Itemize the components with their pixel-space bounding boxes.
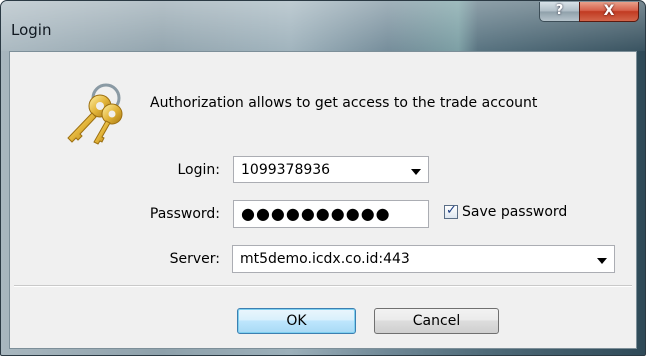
save-password-checkbox[interactable]: ✓	[444, 203, 458, 219]
authorization-message: Authorization allows to get access to th…	[150, 95, 538, 111]
ok-button[interactable]: OK	[237, 308, 356, 334]
window-title: Login	[11, 21, 52, 39]
help-button[interactable]: ?	[539, 2, 580, 22]
separator	[14, 285, 632, 287]
close-icon: X	[603, 3, 615, 19]
login-dialog-window: Login ? X Authorization allows to get ac…	[0, 0, 646, 356]
password-label: Password:	[149, 206, 220, 222]
password-value: ●●●●●●●●●●	[241, 204, 391, 223]
password-field[interactable]: ●●●●●●●●●●	[233, 200, 429, 228]
server-combobox[interactable]: mt5demo.icdx.co.id:443	[232, 245, 615, 273]
login-combobox[interactable]: 1099378936	[233, 156, 429, 183]
dialog-client-area: Authorization allows to get access to th…	[9, 51, 637, 349]
chevron-down-icon[interactable]	[597, 258, 607, 264]
server-value: mt5demo.icdx.co.id:443	[240, 251, 410, 267]
help-icon: ?	[555, 3, 564, 18]
login-value: 1099378936	[241, 162, 331, 178]
close-button[interactable]: X	[579, 2, 639, 22]
server-label: Server:	[169, 251, 220, 267]
save-password-label[interactable]: Save password	[462, 204, 567, 220]
keys-icon	[67, 83, 123, 145]
cancel-button[interactable]: Cancel	[374, 308, 499, 334]
login-label: Login:	[177, 162, 221, 178]
checkmark-icon: ✓	[446, 203, 457, 218]
chevron-down-icon[interactable]	[411, 169, 421, 175]
